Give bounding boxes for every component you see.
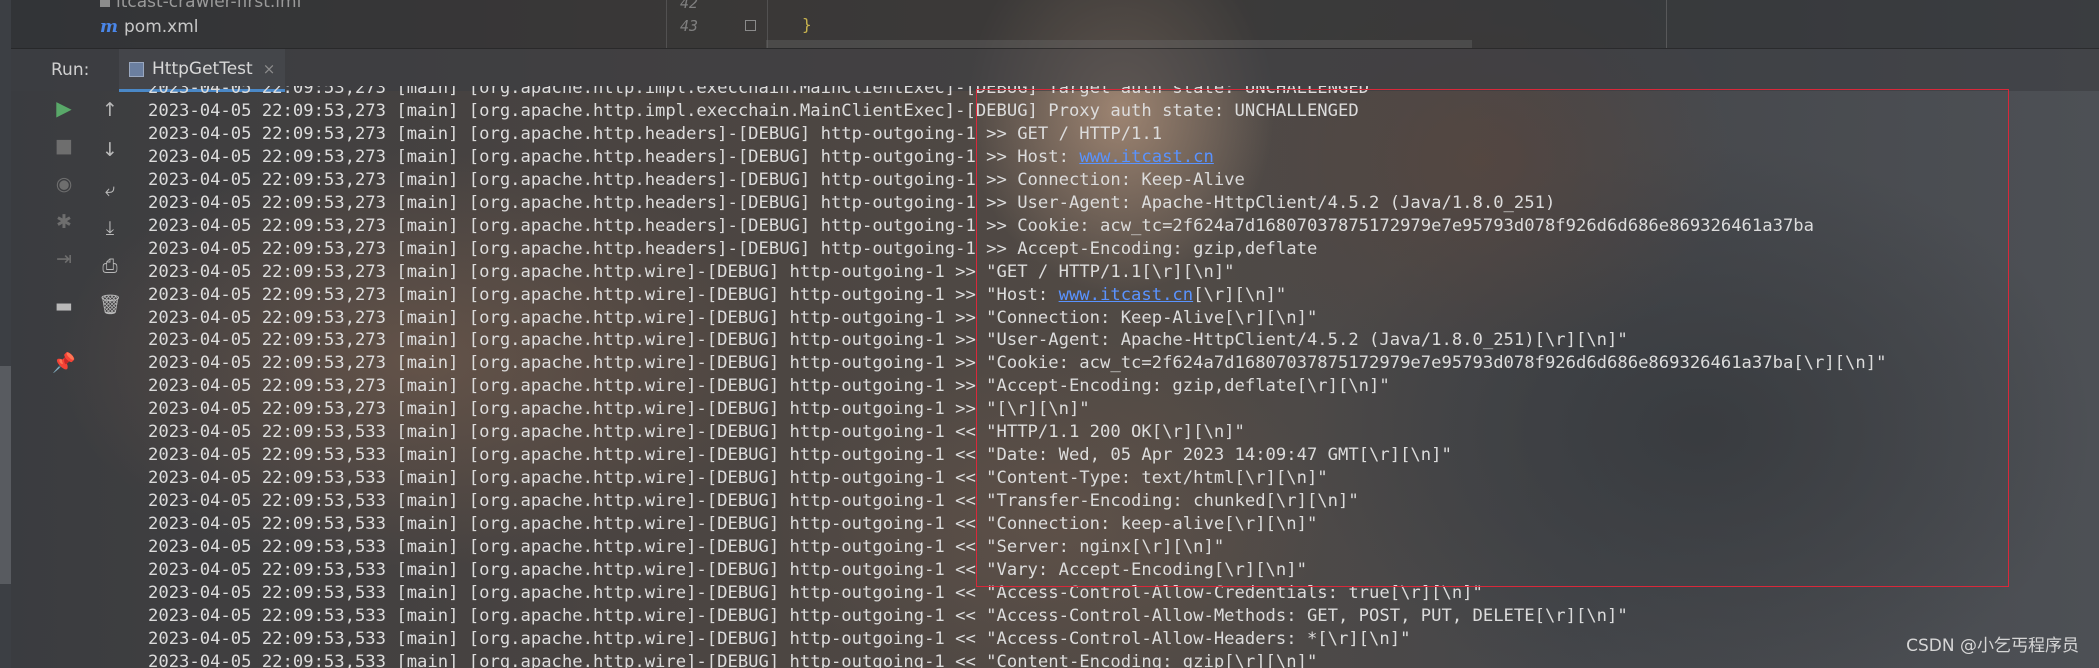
run-tool-window-header: Run: HttpGetTest × xyxy=(11,48,2099,92)
tab-label: HttpGetTest xyxy=(152,59,253,79)
camera-icon[interactable]: ◉ xyxy=(52,172,76,196)
pin-icon[interactable]: 📌 xyxy=(52,350,76,374)
console-line: 2023-04-05 22:09:53,533 [main] [org.apac… xyxy=(148,605,1628,628)
scroll-up-icon[interactable]: ↑ xyxy=(98,98,122,122)
exit-icon[interactable]: ⇥ xyxy=(52,247,76,271)
tree-item-label: itcast-crawler-first.iml xyxy=(116,0,302,12)
console-line-text: 2023-04-05 22:09:53,533 [main] [org.apac… xyxy=(148,651,1318,668)
code-text: } xyxy=(802,15,812,34)
console-line-text: 2023-04-05 22:09:53,533 [main] [org.apac… xyxy=(148,605,1628,626)
scrollbar-thumb[interactable] xyxy=(0,366,11,584)
console-line-text: 2023-04-05 22:09:53,273 [main] [org.apac… xyxy=(148,399,1090,420)
line-number: 42 xyxy=(680,0,699,12)
run-config-icon xyxy=(129,61,144,77)
console-line: 2023-04-05 22:09:53,533 [main] [org.apac… xyxy=(148,628,1410,651)
layout-icon[interactable]: ▬ xyxy=(52,294,76,318)
left-scrollbar[interactable] xyxy=(0,0,11,668)
watermark: CSDN @小乞丐程序员 xyxy=(1906,636,2079,656)
maven-icon: m xyxy=(100,17,118,37)
rerun-icon[interactable]: ▶ xyxy=(52,96,76,120)
soft-wrap-icon[interactable]: ⤶ xyxy=(98,178,122,202)
console-line: 2023-04-05 22:09:53,273 [main] [org.apac… xyxy=(148,398,1090,421)
console-line-text: 2023-04-05 22:09:53,273 [main] [org.apac… xyxy=(148,146,1080,167)
close-icon[interactable]: × xyxy=(263,60,276,78)
fold-marker-icon[interactable] xyxy=(745,20,756,31)
debug-icon[interactable]: ✱ xyxy=(52,210,76,234)
trash-icon[interactable]: 🗑 xyxy=(98,292,122,316)
run-label: Run: xyxy=(51,60,90,80)
tree-item-label: pom.xml xyxy=(124,17,199,37)
line-number: 43 xyxy=(680,17,699,35)
scroll-to-end-icon[interactable]: ⤓ xyxy=(98,216,122,240)
right-margin-guide xyxy=(1666,0,1667,48)
annotation-highlight-box xyxy=(976,89,2009,587)
console-line-text: 2023-04-05 22:09:53,533 [main] [org.apac… xyxy=(148,628,1411,649)
file-icon xyxy=(100,0,110,7)
project-tree-item-iml[interactable]: itcast-crawler-first.iml xyxy=(100,0,301,12)
console-line-text: 2023-04-05 22:09:53,273 [main] [org.apac… xyxy=(148,284,1059,305)
print-icon[interactable]: ⎙ xyxy=(98,254,122,278)
console-line: 2023-04-05 22:09:53,533 [main] [org.apac… xyxy=(148,651,1317,668)
scroll-down-icon[interactable]: ↓ xyxy=(98,138,122,162)
project-tree-item-pom[interactable]: m pom.xml xyxy=(100,17,199,37)
stop-icon[interactable]: ■ xyxy=(52,134,76,158)
editor-horizontal-scrollbar[interactable] xyxy=(766,40,1472,48)
